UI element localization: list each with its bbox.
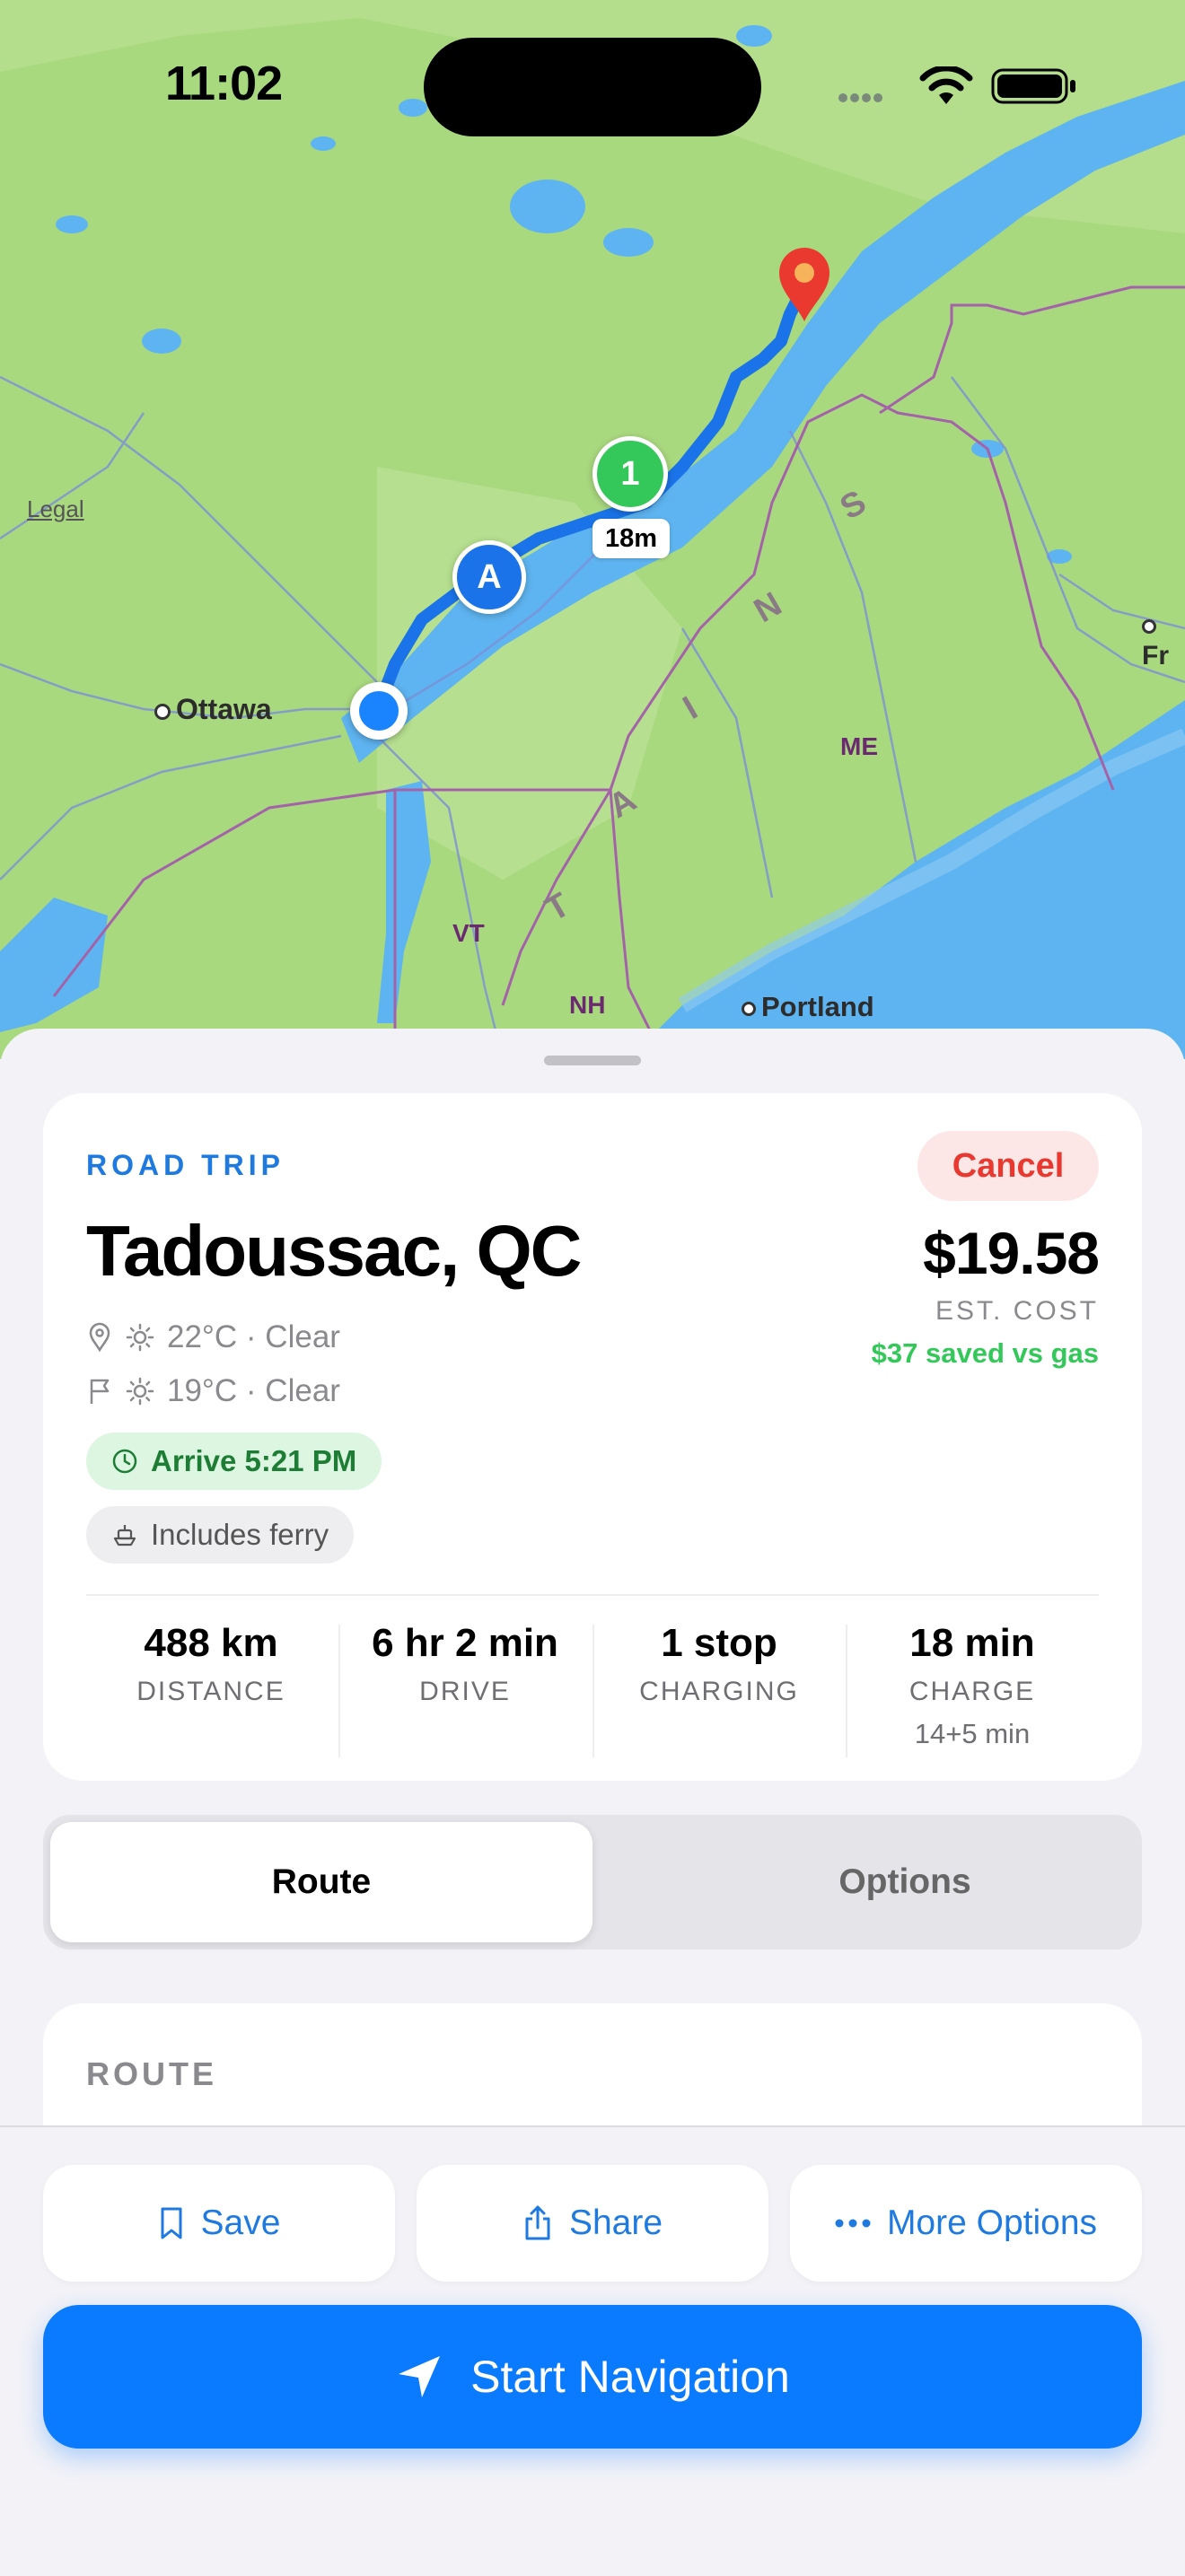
destination-weather-text: 19°C · Clear [167, 1373, 340, 1408]
destination-title: Tadoussac, QC [86, 1211, 582, 1291]
stat-label: DRIVE [419, 1677, 511, 1706]
estimated-cost-caption: EST. COST [935, 1296, 1099, 1326]
cancel-button[interactable]: Cancel [917, 1131, 1099, 1201]
stat-value: 18 min [909, 1621, 1035, 1665]
estimated-cost: $19.58 [923, 1220, 1100, 1286]
sheet-grabber[interactable] [544, 1056, 641, 1065]
stat-label: DISTANCE [136, 1677, 285, 1706]
more-options-button[interactable]: More Options [790, 2165, 1142, 2282]
stat-value: 1 stop [661, 1621, 777, 1665]
sun-icon [126, 1377, 154, 1406]
status-time: 11:02 [165, 57, 283, 110]
start-navigation-button[interactable]: Start Navigation [43, 2305, 1142, 2449]
ferry-icon [113, 1525, 136, 1546]
arrival-text: Arrive 5:21 PM [151, 1444, 357, 1477]
battery-icon [991, 68, 1075, 104]
arrival-badge: Arrive 5:21 PM [86, 1433, 382, 1490]
signal-dots-icon [838, 93, 882, 102]
save-label: Save [200, 2204, 281, 2242]
waypoint-a-marker[interactable]: A [452, 540, 526, 614]
flag-icon [90, 1379, 110, 1404]
tab-route[interactable]: Route [50, 1822, 592, 1942]
legal-link[interactable]: Legal [27, 495, 84, 523]
bookmark-icon [161, 2207, 182, 2239]
card-divider [86, 1594, 1099, 1596]
stat-sub: 14+5 min [914, 1718, 1031, 1749]
stat-value: 6 hr 2 min [372, 1621, 558, 1665]
savings-text: $37 saved vs gas [871, 1337, 1099, 1369]
origin-weather: 22°C · Clear [86, 1319, 340, 1355]
charging-stop-marker[interactable]: 1 [592, 436, 668, 512]
navigation-arrow-icon [399, 2356, 441, 2397]
share-button[interactable]: Share [417, 2165, 768, 2282]
state-vt: VT [452, 919, 485, 947]
stat-charge-time: 18 min CHARGE 14+5 min [846, 1621, 1099, 1750]
stat-drive: 6 hr 2 min DRIVE [338, 1621, 592, 1707]
dynamic-island [424, 38, 761, 136]
location-pin-icon [89, 1322, 110, 1353]
start-navigation-label: Start Navigation [470, 2352, 790, 2402]
share-label: Share [568, 2204, 663, 2242]
stat-value: 488 km [144, 1621, 278, 1665]
destination-pin-icon[interactable] [776, 244, 833, 325]
city-portland: Portland [742, 991, 874, 1023]
wifi-icon [919, 66, 973, 104]
stat-distance: 488 km DISTANCE [84, 1621, 338, 1707]
current-location-marker[interactable] [350, 682, 408, 740]
state-nh: NH [569, 991, 606, 1019]
destination-weather: 19°C · Clear [86, 1373, 340, 1409]
ferry-text: Includes ferry [151, 1518, 329, 1551]
route-time-label: 18m [592, 519, 670, 558]
ellipsis-icon [835, 2219, 871, 2228]
stat-label: CHARGE [908, 1677, 1036, 1706]
more-options-label: More Options [886, 2204, 1098, 2242]
route-section-heading: ROUTE [86, 2055, 217, 2092]
sun-icon [126, 1323, 154, 1352]
tab-options[interactable]: Options [636, 1822, 1174, 1942]
origin-weather-text: 22°C · Clear [167, 1319, 340, 1354]
stat-charging: 1 stop CHARGING [592, 1621, 846, 1707]
ferry-badge: Includes ferry [86, 1506, 355, 1564]
state-me: ME [840, 732, 878, 760]
city-ottawa: Ottawa [154, 693, 272, 726]
route-options-segmented-control: Route Options [43, 1815, 1142, 1950]
trip-type-label: ROAD TRIP [86, 1149, 285, 1181]
clock-icon [112, 1449, 137, 1474]
stat-label: CHARGING [639, 1677, 799, 1706]
save-button[interactable]: Save [43, 2165, 395, 2282]
city-fr-partial: Fr [1142, 610, 1185, 671]
share-icon [525, 2205, 550, 2240]
map-view[interactable]: 11:02 Legal Ottawa Portland Fr VT NH ME … [0, 0, 1185, 1059]
